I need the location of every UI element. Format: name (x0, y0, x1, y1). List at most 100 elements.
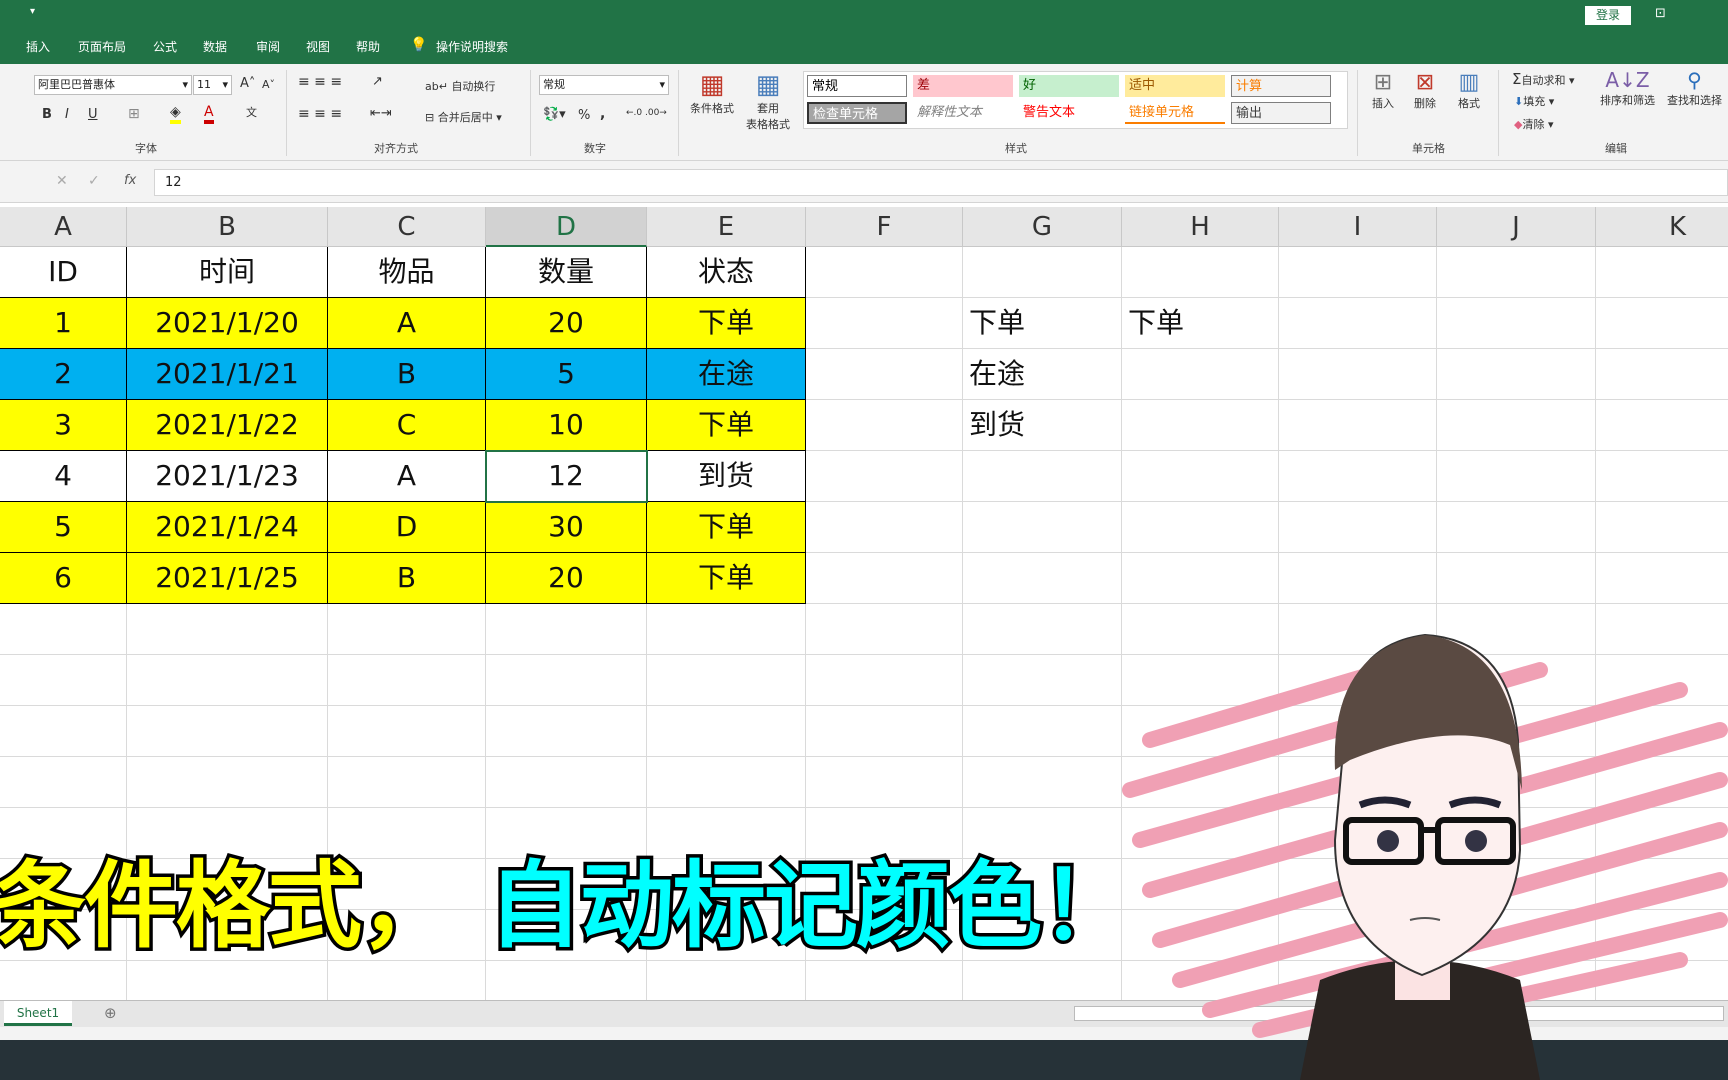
cell[interactable] (1596, 400, 1728, 451)
cell[interactable] (647, 961, 806, 1000)
cell[interactable]: 到货 (963, 400, 1122, 451)
cell-style-item[interactable]: 输出 (1231, 102, 1331, 124)
column-header[interactable]: G (963, 207, 1122, 247)
cell[interactable] (127, 604, 328, 655)
cell[interactable] (1596, 502, 1728, 553)
cell[interactable] (963, 604, 1122, 655)
column-header[interactable]: H (1122, 207, 1279, 247)
cell[interactable] (647, 604, 806, 655)
table-cell[interactable]: 下单 (647, 553, 806, 604)
table-cell[interactable]: B (328, 349, 486, 400)
table-cell[interactable]: 2 (0, 349, 127, 400)
cell[interactable] (806, 604, 963, 655)
table-cell[interactable]: C (328, 400, 486, 451)
cell[interactable] (1437, 400, 1596, 451)
cell[interactable] (486, 757, 647, 808)
ribbon-display-icon[interactable]: ⊡ (1655, 6, 1666, 21)
ribbon-tab[interactable]: 数据 (203, 38, 227, 55)
decimal-icons[interactable]: ←.0 .00→ (626, 108, 667, 118)
format-as-table-button[interactable]: ▦ 套用 表格格式 (740, 70, 796, 132)
ribbon-tab[interactable]: 插入 (26, 38, 50, 55)
table-header-cell[interactable]: 时间 (127, 247, 328, 298)
table-header-cell[interactable]: 数量 (486, 247, 647, 298)
enter-icon[interactable]: ✓ (88, 173, 100, 189)
sort-filter-button[interactable]: A↓Z 排序和筛选 (1600, 68, 1655, 108)
cell[interactable] (1437, 451, 1596, 502)
conditional-format-button[interactable]: ▦ 条件格式 (686, 70, 738, 116)
cell[interactable] (1437, 247, 1596, 298)
table-cell[interactable]: 在途 (647, 349, 806, 400)
clear-button[interactable]: ◆清除 ▾ (1514, 116, 1554, 132)
table-cell[interactable]: 5 (0, 502, 127, 553)
phonetic-icon[interactable]: 文 (246, 104, 257, 120)
align-center-icon[interactable]: ≡ ≡ ≡ (298, 106, 342, 122)
table-cell[interactable]: 10 (486, 400, 647, 451)
table-cell[interactable]: 4 (0, 451, 127, 502)
cell[interactable] (1279, 502, 1437, 553)
cell[interactable]: 在途 (963, 349, 1122, 400)
cell[interactable] (328, 655, 486, 706)
cell[interactable] (963, 502, 1122, 553)
table-cell[interactable]: D (328, 502, 486, 553)
ribbon-tab[interactable]: 页面布局 (78, 38, 126, 55)
cell[interactable] (0, 757, 127, 808)
cell[interactable] (806, 502, 963, 553)
cell[interactable] (1279, 298, 1437, 349)
cell-style-item[interactable]: 计算 (1231, 75, 1331, 97)
cell[interactable] (1122, 247, 1279, 298)
table-cell[interactable]: 下单 (647, 298, 806, 349)
column-header[interactable]: C (328, 207, 486, 247)
insert-function-button[interactable]: fx (124, 173, 136, 188)
cell[interactable] (806, 757, 963, 808)
cell[interactable] (647, 706, 806, 757)
cell[interactable] (486, 655, 647, 706)
cell[interactable] (1596, 247, 1728, 298)
font-color-icon[interactable]: A (204, 104, 214, 124)
cell[interactable] (486, 961, 647, 1000)
ribbon-tab[interactable]: 审阅 (256, 38, 280, 55)
table-cell[interactable]: 20 (486, 553, 647, 604)
cell[interactable] (1122, 553, 1279, 604)
comma-button[interactable]: , (600, 106, 605, 122)
align-top-icon[interactable]: ≡ ≡ ≡ (298, 74, 342, 90)
cell[interactable] (1279, 247, 1437, 298)
table-header-cell[interactable]: 物品 (328, 247, 486, 298)
cell[interactable]: 下单 (1122, 298, 1279, 349)
cell[interactable] (0, 655, 127, 706)
cell[interactable] (1122, 400, 1279, 451)
column-header[interactable]: A (0, 207, 127, 247)
cell-style-item[interactable]: 常规 (807, 75, 907, 97)
table-header-cell[interactable]: ID (0, 247, 127, 298)
add-sheet-icon[interactable]: ⊕ (104, 1004, 117, 1022)
cell[interactable] (328, 757, 486, 808)
italic-button[interactable]: I (65, 107, 69, 122)
cell[interactable] (963, 706, 1122, 757)
sheet-tab[interactable]: Sheet1 (4, 1001, 72, 1026)
cell[interactable] (647, 655, 806, 706)
table-cell[interactable]: B (328, 553, 486, 604)
cell[interactable] (806, 706, 963, 757)
decrease-font-icon[interactable]: A˅ (262, 78, 275, 91)
increase-font-icon[interactable]: A˄ (240, 76, 255, 91)
cell[interactable] (806, 349, 963, 400)
orientation-icon[interactable]: ↗ (372, 74, 383, 89)
insert-cells-button[interactable]: ⊞ 插入 (1372, 70, 1394, 111)
borders-icon[interactable]: ⊞ (128, 106, 140, 122)
cell[interactable]: 下单 (963, 298, 1122, 349)
cell[interactable] (806, 655, 963, 706)
cell[interactable] (1596, 451, 1728, 502)
bold-button[interactable]: B (42, 107, 52, 122)
number-format-select[interactable]: 常规 ▾ (539, 75, 669, 95)
cell[interactable] (127, 961, 328, 1000)
delete-cells-button[interactable]: ⊠ 删除 (1414, 70, 1436, 111)
column-header[interactable]: E (647, 207, 806, 247)
ribbon-tab[interactable]: 公式 (153, 38, 177, 55)
column-header[interactable]: F (806, 207, 963, 247)
column-header[interactable]: K (1596, 207, 1728, 247)
cell[interactable] (1279, 451, 1437, 502)
cell[interactable] (1596, 349, 1728, 400)
table-cell[interactable]: 下单 (647, 502, 806, 553)
cell[interactable] (963, 757, 1122, 808)
fill-color-icon[interactable]: ◈ (170, 104, 181, 124)
cell[interactable] (1279, 349, 1437, 400)
